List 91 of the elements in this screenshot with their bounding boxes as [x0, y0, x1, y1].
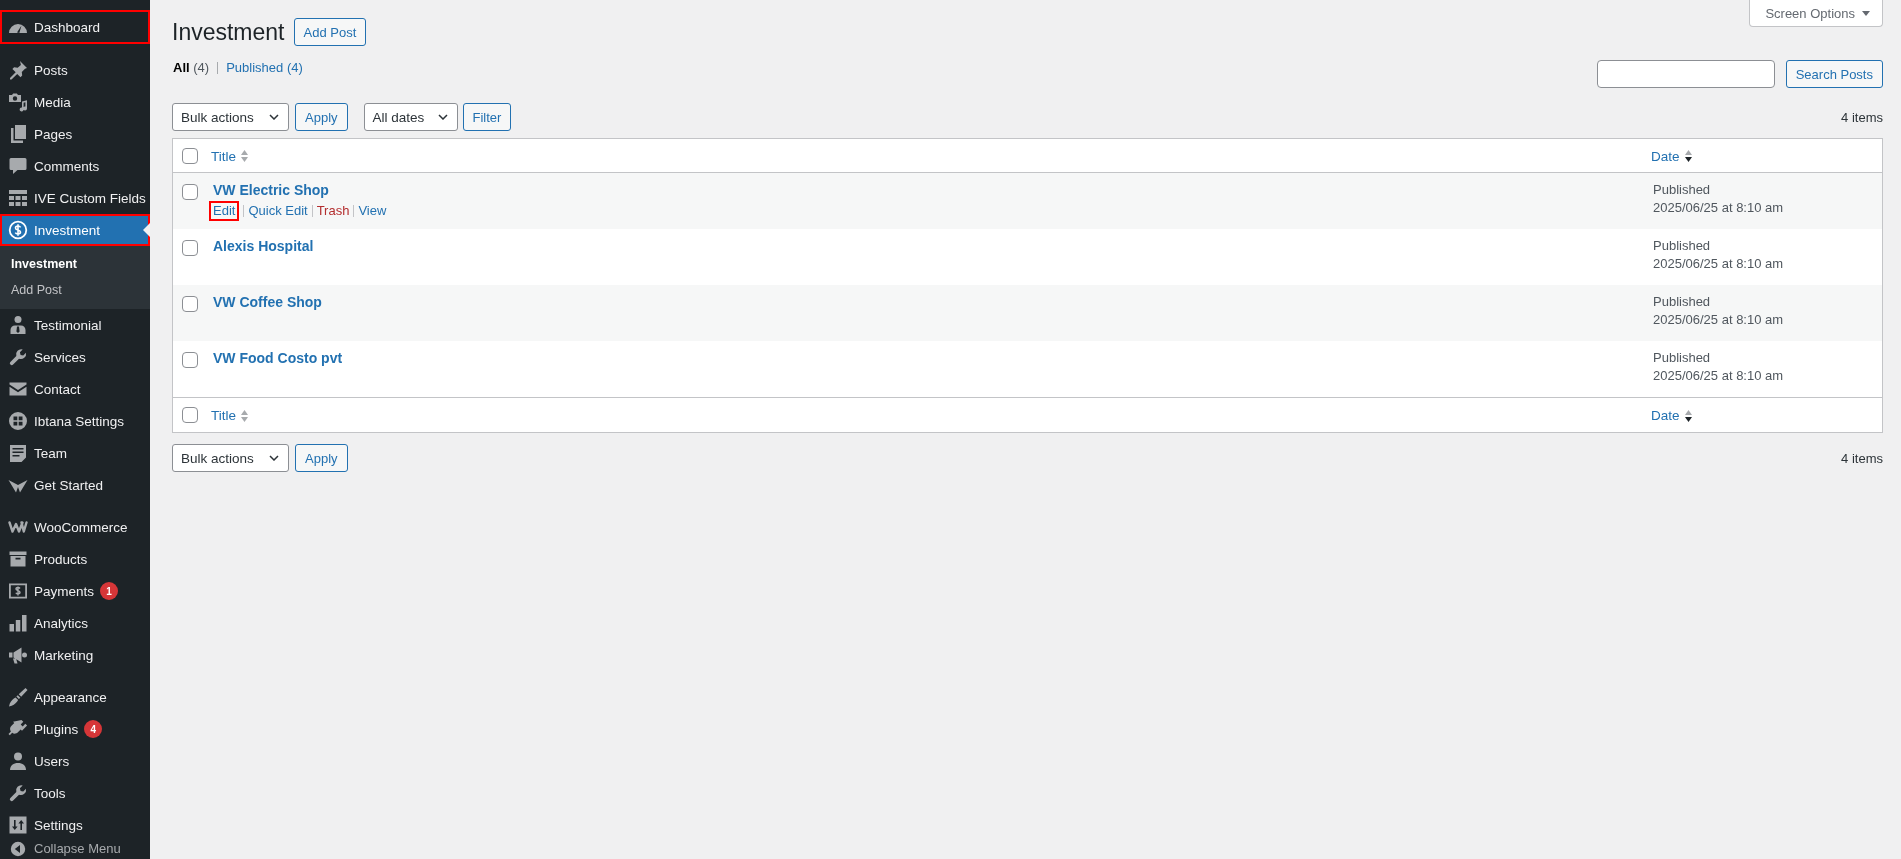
pushpin-icon — [8, 60, 28, 80]
sidebar-menu-item[interactable]: Settings — [0, 809, 150, 841]
table-grid-icon — [8, 188, 28, 208]
column-sort-link[interactable]: Title — [211, 408, 248, 423]
camera-note-icon — [8, 92, 28, 112]
page-title: Investment — [172, 18, 285, 46]
sidebar-menu-item[interactable]: Users — [0, 745, 150, 777]
megaphone-icon — [8, 645, 28, 665]
apply-button[interactable]: Apply — [295, 444, 348, 472]
sidebar-menu-item[interactable]: Contact — [0, 373, 150, 405]
item-count: 4 items — [1841, 450, 1883, 466]
sidebar-menu-item[interactable]: IVE Custom Fields — [0, 182, 150, 214]
sidebar-menu-item[interactable]: Marketing — [0, 639, 150, 671]
sidebar-menu-item[interactable]: Investment — [0, 214, 150, 246]
wrench-icon — [8, 347, 28, 367]
post-title-link[interactable]: VW Electric Shop — [213, 180, 329, 200]
notification-badge: 1 — [100, 582, 119, 600]
sliders-icon — [8, 815, 28, 835]
checkbox[interactable] — [182, 407, 198, 423]
checkbox[interactable] — [182, 240, 198, 256]
bar-chart-icon — [8, 613, 28, 633]
post-date: 2025/06/25 at 8:10 am — [1653, 311, 1785, 329]
sidebar-menu-item[interactable]: Pages — [0, 118, 150, 150]
checkbox[interactable] — [182, 147, 198, 164]
search-posts-button[interactable]: Search Posts — [1785, 60, 1883, 88]
post-date: 2025/06/25 at 8:10 am — [1653, 199, 1785, 217]
sidebar-menu-item[interactable]: Posts — [0, 54, 150, 86]
checkbox[interactable] — [182, 352, 198, 368]
chevron-down-icon — [269, 114, 279, 120]
dollar-circle-icon — [8, 220, 28, 240]
row-action-link[interactable]: Quick Edit — [248, 202, 308, 220]
notification-badge: 4 — [84, 720, 103, 738]
wrench-icon — [8, 783, 28, 803]
dollar-frame-icon — [8, 581, 28, 601]
item-count: 4 items — [1841, 109, 1883, 125]
search-field[interactable] — [1596, 60, 1775, 88]
sidebar-menu-item[interactable]: Analytics — [0, 607, 150, 639]
collapse-menu-button[interactable]: Collapse Menu — [0, 841, 150, 859]
column-sort-link[interactable]: Date — [1651, 148, 1692, 164]
bulk-actions-dropdown[interactable]: Bulk actions — [172, 103, 289, 131]
paintbrush-icon — [8, 687, 28, 707]
post-title-link[interactable]: VW Coffee Shop — [213, 292, 322, 312]
view-filter-link[interactable]: All (4) — [173, 60, 210, 75]
sidebar-menu-item[interactable]: Media — [0, 86, 150, 118]
person-tie-icon — [8, 315, 28, 335]
sidebar-menu-item[interactable]: Plugins 4 — [0, 713, 150, 745]
post-date: 2025/06/25 at 8:10 am — [1653, 367, 1785, 385]
collapse-arrow-icon — [10, 841, 26, 857]
column-sort-link[interactable]: Title — [211, 148, 248, 164]
post-status: Published — [1653, 181, 1712, 199]
chevron-down-icon — [269, 455, 279, 461]
sidebar-menu-item[interactable]: Ibtana Settings — [0, 405, 150, 437]
person-icon — [8, 751, 28, 771]
sidebar-menu-item[interactable]: Appearance — [0, 681, 150, 713]
speech-bubble-icon — [8, 156, 28, 176]
post-date: 2025/06/25 at 8:10 am — [1653, 255, 1785, 273]
post-status: Published — [1653, 349, 1712, 367]
sidebar-menu-item[interactable]: Tools — [0, 777, 150, 809]
caret-down-icon — [1862, 10, 1870, 16]
document-lines-icon — [8, 443, 28, 463]
sidebar-menu-item[interactable]: Team — [0, 437, 150, 469]
submenu-item[interactable]: Investment — [0, 251, 150, 277]
post-status: Published — [1653, 293, 1712, 311]
sidebar-menu-item[interactable]: Services — [0, 341, 150, 373]
add-post-button[interactable]: Add Post — [293, 18, 367, 46]
archive-box-icon — [8, 549, 28, 569]
row-action-link[interactable]: Edit — [209, 201, 240, 221]
submenu-item[interactable]: Add Post — [0, 277, 150, 303]
sidebar-menu-item[interactable]: WooCommerce — [0, 511, 150, 543]
date-filter-dropdown[interactable]: All dates — [363, 103, 458, 131]
bulk-actions-dropdown[interactable]: Bulk actions — [172, 444, 289, 472]
row-action-link[interactable]: View — [358, 202, 387, 220]
sidebar-menu-item[interactable]: Testimonial — [0, 309, 150, 341]
checkbox[interactable] — [182, 296, 198, 312]
sidebar-menu-item[interactable]: Products — [0, 543, 150, 575]
sidebar-menu-item[interactable]: Dashboard — [0, 10, 150, 44]
sidebar-menu-item[interactable]: Payments 1 — [0, 575, 150, 607]
post-title-link[interactable]: Alexis Hospital — [213, 236, 314, 256]
filter-button[interactable]: Filter — [462, 103, 512, 131]
column-sort-link[interactable]: Date — [1651, 408, 1692, 423]
apply-button[interactable]: Apply — [295, 103, 348, 131]
checkbox[interactable] — [182, 184, 198, 200]
row-action-link[interactable]: Trash — [316, 202, 350, 220]
chevron-down-icon — [437, 114, 448, 120]
sidebar-menu-item[interactable]: Comments — [0, 150, 150, 182]
screen-options-button[interactable]: Screen Options — [1749, 0, 1883, 27]
view-filter-link[interactable]: Published (4) — [226, 60, 303, 75]
post-status: Published — [1653, 237, 1712, 255]
sidebar-menu-item[interactable]: Get Started — [0, 469, 150, 501]
pages-icon — [8, 124, 28, 144]
post-title-link[interactable]: VW Food Costo pvt — [213, 348, 343, 368]
